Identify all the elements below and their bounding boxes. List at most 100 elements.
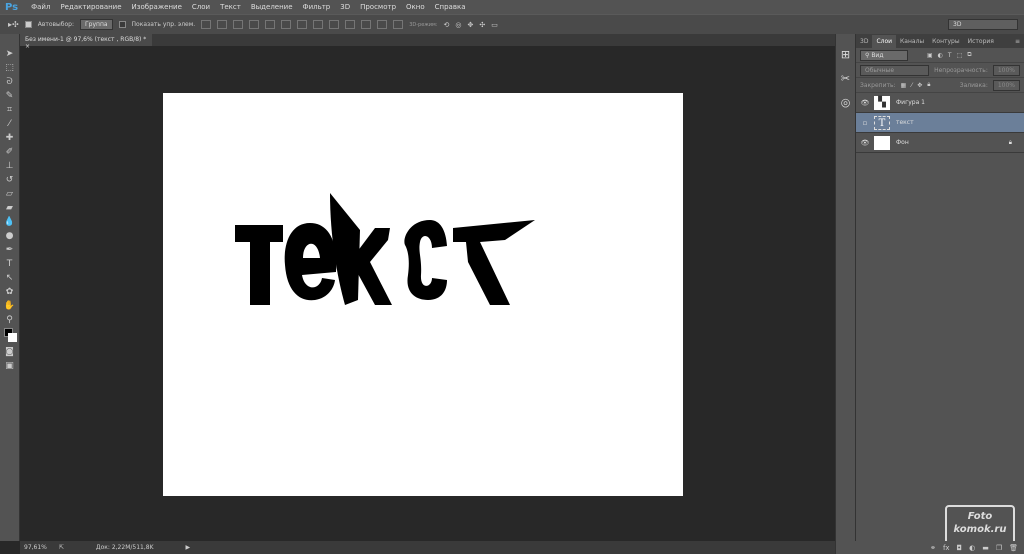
filter-adjust-icon[interactable]: ◐ xyxy=(938,52,943,59)
tab-history[interactable]: История xyxy=(964,35,998,48)
eyedropper-tool-icon[interactable]: ⁄ xyxy=(4,118,16,130)
menu-view[interactable]: Просмотр xyxy=(355,3,401,11)
align-hcenter-icon[interactable] xyxy=(265,20,276,29)
zoom-tool-icon[interactable]: ⚲ xyxy=(4,314,16,326)
align-bottom-icon[interactable] xyxy=(233,20,244,29)
opacity-field[interactable]: 100% xyxy=(992,64,1020,76)
distribute-left-icon[interactable] xyxy=(345,20,356,29)
blend-mode-dropdown[interactable]: Обычные xyxy=(860,64,930,76)
new-layer-icon[interactable]: ❐ xyxy=(996,544,1002,552)
tab-layers[interactable]: Слои xyxy=(872,34,897,48)
zoom-level[interactable]: 97,61% xyxy=(24,544,47,551)
menu-file[interactable]: Файл xyxy=(26,3,55,11)
export-icon[interactable]: ⇱ xyxy=(59,544,64,551)
filter-smart-icon[interactable]: ⧉ xyxy=(967,51,971,59)
tab-channels[interactable]: Каналы xyxy=(896,35,928,48)
status-menu-arrow-icon[interactable]: ▶ xyxy=(186,544,191,551)
filter-type-icon[interactable]: T xyxy=(948,52,952,59)
menu-3d[interactable]: 3D xyxy=(335,3,355,11)
align-vcenter-icon[interactable] xyxy=(217,20,228,29)
menu-help[interactable]: Справка xyxy=(430,3,471,11)
healing-tool-icon[interactable]: ✚ xyxy=(4,132,16,144)
hand-tool-icon[interactable]: ✋ xyxy=(4,300,16,312)
menu-image[interactable]: Изображение xyxy=(127,3,187,11)
scale-3d-icon[interactable]: ▭ xyxy=(491,21,498,29)
roll-3d-icon[interactable]: ◎ xyxy=(455,21,461,29)
tab-paths[interactable]: Контуры xyxy=(928,35,963,48)
autoselect-checkbox[interactable] xyxy=(24,21,32,28)
close-tab-icon[interactable]: × xyxy=(25,43,30,50)
filter-shape-icon[interactable]: ⬚ xyxy=(957,52,963,59)
lasso-tool-icon[interactable]: ᘐ xyxy=(4,76,16,88)
distribute-vcenter-icon[interactable] xyxy=(313,20,324,29)
history-brush-tool-icon[interactable]: ↺ xyxy=(4,174,16,186)
distribute-bottom-icon[interactable] xyxy=(329,20,340,29)
dodge-tool-icon[interactable]: ● xyxy=(4,230,16,242)
move-tool-icon[interactable]: ▸✣ xyxy=(8,20,19,29)
layer-name[interactable]: Фон xyxy=(896,139,909,146)
drag-3d-icon[interactable]: ✥ xyxy=(467,21,473,29)
menu-filter[interactable]: Фильтр xyxy=(298,3,336,11)
filter-kind-dropdown[interactable]: ⚲ Вид xyxy=(860,49,908,61)
lock-pixels-icon[interactable]: ▦ xyxy=(901,82,907,89)
new-group-icon[interactable]: ▬ xyxy=(982,544,989,552)
rotate-3d-icon[interactable]: ⟲ xyxy=(443,21,449,29)
fill-field[interactable]: 100% xyxy=(992,79,1020,91)
delete-layer-icon[interactable]: 🗑︎ xyxy=(1009,544,1018,552)
align-top-icon[interactable] xyxy=(201,20,212,29)
fx-icon[interactable]: fx xyxy=(943,544,950,552)
auto-align-icon[interactable] xyxy=(393,20,404,29)
tool-presets-icon[interactable]: ✂ xyxy=(839,72,853,86)
layer-name[interactable]: текст xyxy=(896,119,914,126)
shape-tool-icon[interactable]: ✿ xyxy=(4,286,16,298)
blur-tool-icon[interactable]: 💧 xyxy=(4,216,16,228)
distribute-right-icon[interactable] xyxy=(377,20,388,29)
brush-tool-icon[interactable]: ✐ xyxy=(4,146,16,158)
add-mask-icon[interactable]: ◘ xyxy=(957,544,963,552)
path-select-tool-icon[interactable]: ↖ xyxy=(4,272,16,284)
crop-tool-icon[interactable]: ⌗ xyxy=(4,104,16,116)
quick-mask-icon[interactable]: ◙ xyxy=(4,346,16,358)
align-left-icon[interactable] xyxy=(249,20,260,29)
3d-panel-icon[interactable]: ◎ xyxy=(839,96,853,110)
lock-paint-icon[interactable]: ⁄ xyxy=(911,82,912,89)
lock-position-icon[interactable]: ✥ xyxy=(917,82,922,89)
quick-select-tool-icon[interactable]: ✎ xyxy=(4,90,16,102)
slide-3d-icon[interactable]: ✣ xyxy=(479,21,485,29)
menu-type[interactable]: Текст xyxy=(215,3,246,11)
eraser-tool-icon[interactable]: ▱ xyxy=(4,188,16,200)
color-swatches[interactable] xyxy=(3,328,17,344)
show-controls-checkbox[interactable] xyxy=(118,21,126,28)
move-tool-icon[interactable]: ➤ xyxy=(4,48,16,60)
visibility-eye-icon[interactable]: 👁︎ xyxy=(856,139,874,147)
menu-select[interactable]: Выделение xyxy=(246,3,298,11)
stamp-tool-icon[interactable]: ⊥ xyxy=(4,160,16,172)
distribute-hcenter-icon[interactable] xyxy=(361,20,372,29)
tab-3d[interactable]: 3D xyxy=(856,35,872,48)
pen-tool-icon[interactable]: ✒ xyxy=(4,244,16,256)
adjustment-layer-icon[interactable]: ◐ xyxy=(969,544,975,552)
gradient-tool-icon[interactable]: ▰ xyxy=(4,202,16,214)
layer-row[interactable]: 👁︎ ▚ Фигура 1 xyxy=(856,93,1024,113)
autoselect-dropdown[interactable]: Группа xyxy=(80,19,113,30)
link-layers-icon[interactable]: ⚭ xyxy=(930,544,936,552)
document-canvas[interactable] xyxy=(163,93,683,496)
document-tab[interactable]: Без имени-1 @ 97,6% (текст , RGB/8) * × xyxy=(20,34,152,50)
properties-icon[interactable]: ⊞ xyxy=(839,48,853,62)
menu-layers[interactable]: Слои xyxy=(187,3,215,11)
layer-row[interactable]: ▫ T текст xyxy=(856,113,1024,133)
visibility-eye-icon[interactable]: 👁︎ xyxy=(856,99,874,107)
layer-name[interactable]: Фигура 1 xyxy=(896,99,925,106)
filter-pixel-icon[interactable]: ▣ xyxy=(927,52,933,59)
workspace-dropdown[interactable]: 3D xyxy=(948,19,1018,30)
visibility-off-box[interactable]: ▫ xyxy=(856,119,874,127)
screen-mode-icon[interactable]: ▣ xyxy=(4,360,16,372)
menu-edit[interactable]: Редактирование xyxy=(55,3,126,11)
distribute-top-icon[interactable] xyxy=(297,20,308,29)
panel-menu-icon[interactable]: ≡ xyxy=(1011,35,1024,48)
menu-window[interactable]: Окно xyxy=(401,3,430,11)
type-tool-icon[interactable]: T xyxy=(4,258,16,270)
lock-all-icon[interactable]: 🔒︎ xyxy=(927,81,930,89)
layer-row[interactable]: 👁︎ Фон 🔒︎ xyxy=(856,133,1024,153)
marquee-tool-icon[interactable]: ⬚ xyxy=(4,62,16,74)
